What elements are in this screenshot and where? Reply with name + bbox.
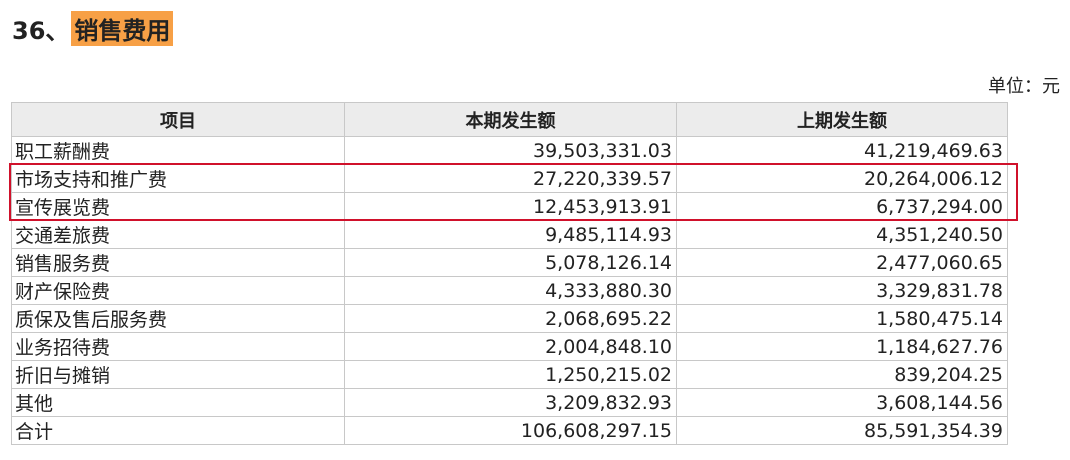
header-current-period: 本期发生额 [344, 102, 677, 137]
row-current: 106,608,297.15 [344, 416, 677, 445]
table-row: 销售服务费 5,078,126.14 2,477,060.65 [11, 248, 1008, 277]
row-current: 39,503,331.03 [344, 136, 677, 165]
row-prior: 1,580,475.14 [676, 304, 1008, 333]
table-row: 市场支持和推广费 27,220,339.57 20,264,006.12 [11, 164, 1008, 193]
row-prior: 6,737,294.00 [676, 192, 1008, 221]
table-row: 交通差旅费 9,485,114.93 4,351,240.50 [11, 220, 1008, 249]
row-current: 3,209,832.93 [344, 388, 677, 417]
row-prior: 85,591,354.39 [676, 416, 1008, 445]
row-prior: 3,608,144.56 [676, 388, 1008, 417]
table-row: 折旧与摊销 1,250,215.02 839,204.25 [11, 360, 1008, 389]
header-prior-period: 上期发生额 [676, 102, 1008, 137]
table-row: 业务招待费 2,004,848.10 1,184,627.76 [11, 332, 1008, 361]
row-current: 2,004,848.10 [344, 332, 677, 361]
row-item: 宣传展览费 [11, 192, 345, 221]
table-row: 宣传展览费 12,453,913.91 6,737,294.00 [11, 192, 1008, 221]
row-current: 9,485,114.93 [344, 220, 677, 249]
row-current: 2,068,695.22 [344, 304, 677, 333]
section-number: 36、 [12, 16, 70, 45]
header-item: 项目 [11, 102, 345, 137]
row-item: 销售服务费 [11, 248, 345, 277]
row-current: 1,250,215.02 [344, 360, 677, 389]
table-row: 质保及售后服务费 2,068,695.22 1,580,475.14 [11, 304, 1008, 333]
section-title: 36、 销售费用 [12, 10, 174, 46]
row-current: 27,220,339.57 [344, 164, 677, 193]
row-current: 12,453,913.91 [344, 192, 677, 221]
row-item: 财产保险费 [11, 276, 345, 305]
unit-label: 单位：元 [988, 76, 1060, 97]
row-item: 市场支持和推广费 [11, 164, 345, 193]
row-current: 4,333,880.30 [344, 276, 677, 305]
row-prior: 4,351,240.50 [676, 220, 1008, 249]
row-prior: 20,264,006.12 [676, 164, 1008, 193]
section-title-text: 销售费用 [71, 10, 174, 46]
row-prior: 3,329,831.78 [676, 276, 1008, 305]
row-item: 折旧与摊销 [11, 360, 345, 389]
table-row: 其他 3,209,832.93 3,608,144.56 [11, 388, 1008, 417]
sales-expense-table: 项目 本期发生额 上期发生额 职工薪酬费 39,503,331.03 41,21… [11, 102, 1008, 445]
table-header-row: 项目 本期发生额 上期发生额 [11, 102, 1008, 137]
row-item: 职工薪酬费 [11, 136, 345, 165]
row-item: 业务招待费 [11, 332, 345, 361]
row-prior: 41,219,469.63 [676, 136, 1008, 165]
row-prior: 839,204.25 [676, 360, 1008, 389]
row-prior: 2,477,060.65 [676, 248, 1008, 277]
row-item: 合计 [11, 416, 345, 445]
row-prior: 1,184,627.76 [676, 332, 1008, 361]
row-item: 交通差旅费 [11, 220, 345, 249]
row-item: 其他 [11, 388, 345, 417]
row-current: 5,078,126.14 [344, 248, 677, 277]
table-row: 财产保险费 4,333,880.30 3,329,831.78 [11, 276, 1008, 305]
table-total-row: 合计 106,608,297.15 85,591,354.39 [11, 416, 1008, 445]
row-item: 质保及售后服务费 [11, 304, 345, 333]
table-row: 职工薪酬费 39,503,331.03 41,219,469.63 [11, 136, 1008, 165]
